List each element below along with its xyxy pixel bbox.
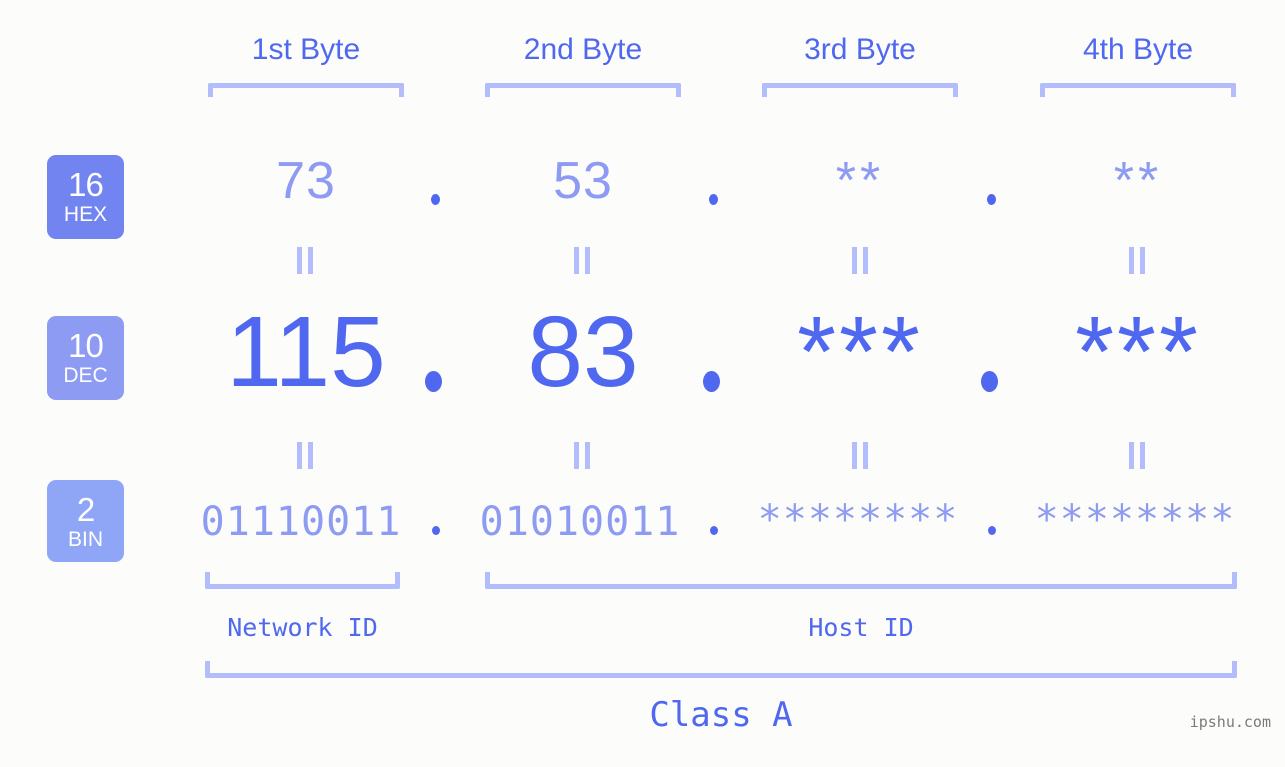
hex-separator-2: [709, 194, 718, 205]
address-class-label: Class A: [205, 698, 1237, 732]
bin-byte-3: ********: [755, 500, 961, 540]
dec-separator-3: [981, 371, 998, 392]
equivalence-mark-dec-bin-4: [1129, 442, 1146, 469]
equivalence-mark-hex-dec-2: [574, 247, 591, 274]
bin-separator-1: [432, 526, 440, 535]
dec-byte-3: ***: [752, 302, 968, 402]
dec-byte-2: 83: [475, 302, 691, 402]
base-badge-dec: 10 DEC: [47, 316, 124, 400]
byte-bracket-3: [762, 83, 958, 97]
address-class-bracket: [205, 661, 1237, 678]
dec-separator-2: [703, 371, 720, 392]
bin-separator-3: [988, 526, 996, 535]
byte-bracket-2: [485, 83, 681, 97]
base-badge-bin: 2 BIN: [47, 480, 124, 562]
hex-byte-2: 53: [485, 155, 681, 207]
equivalence-mark-hex-dec-4: [1129, 247, 1146, 274]
byte-header-2: 2nd Byte: [485, 33, 681, 67]
network-id-bracket: [205, 572, 400, 589]
equivalence-mark-hex-dec-3: [852, 247, 869, 274]
host-id-label: Host ID: [485, 615, 1237, 640]
base-badge-hex: 16 HEX: [47, 155, 124, 239]
base-badge-dec-number: 10: [47, 329, 124, 362]
hex-byte-1: 73: [208, 155, 404, 207]
hex-separator-3: [987, 194, 996, 205]
base-badge-hex-base: HEX: [47, 204, 124, 225]
dec-byte-1: 115: [198, 302, 414, 402]
equivalence-mark-hex-dec-1: [297, 247, 314, 274]
ip-address-breakdown-diagram: 1st Byte 2nd Byte 3rd Byte 4th Byte 16 H…: [0, 0, 1285, 767]
equivalence-mark-dec-bin-2: [574, 442, 591, 469]
hex-separator-1: [431, 194, 440, 205]
base-badge-hex-number: 16: [47, 168, 124, 201]
byte-header-1: 1st Byte: [208, 33, 404, 67]
byte-header-4: 4th Byte: [1040, 33, 1236, 67]
hex-byte-3: **: [762, 155, 958, 207]
byte-header-3: 3rd Byte: [762, 33, 958, 67]
equivalence-mark-dec-bin-1: [297, 442, 314, 469]
base-badge-dec-base: DEC: [47, 365, 124, 386]
host-id-bracket: [485, 572, 1237, 589]
equivalence-mark-dec-bin-3: [852, 442, 869, 469]
byte-bracket-4: [1040, 83, 1236, 97]
dec-byte-4: ***: [1030, 302, 1246, 402]
base-badge-bin-number: 2: [47, 493, 124, 526]
dec-separator-1: [425, 371, 442, 392]
byte-bracket-1: [208, 83, 404, 97]
hex-byte-4: **: [1040, 155, 1236, 207]
bin-separator-2: [710, 526, 718, 535]
bin-byte-2: 01010011: [477, 502, 683, 542]
site-watermark: ipshu.com: [1190, 713, 1271, 731]
bin-byte-1: 01110011: [198, 502, 404, 542]
base-badge-bin-base: BIN: [47, 529, 124, 550]
bin-byte-4: ********: [1032, 500, 1238, 540]
network-id-label: Network ID: [205, 615, 400, 640]
